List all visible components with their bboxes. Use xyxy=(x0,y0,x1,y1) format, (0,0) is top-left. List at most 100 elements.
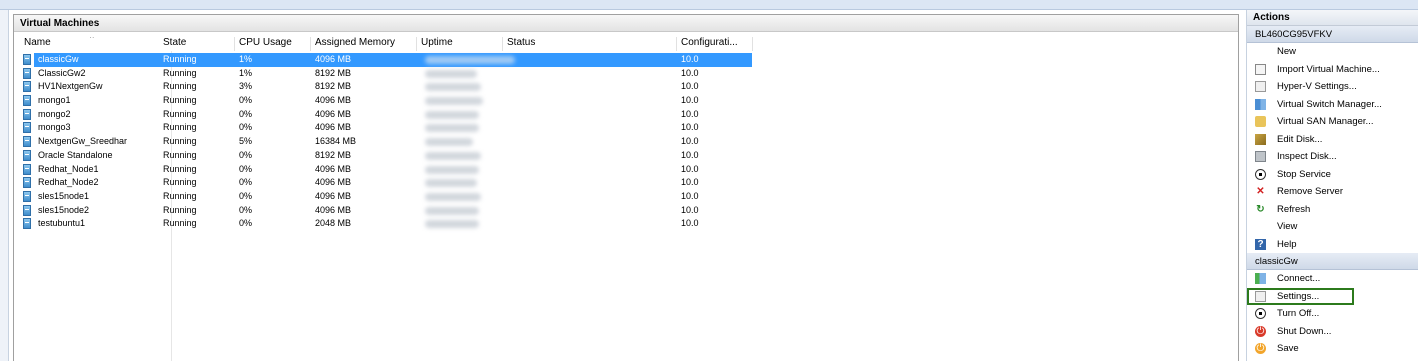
vm-assigned-memory: 4096 MB xyxy=(315,54,352,64)
virtual-machine-icon xyxy=(23,108,31,120)
virtual-machine-icon xyxy=(23,54,31,65)
vm-row[interactable]: ClassicGw2 Running 1% 8192 MB 10.0 xyxy=(14,67,1238,81)
vm-assigned-memory: 4096 MB xyxy=(315,177,352,188)
vm-uptime-redacted xyxy=(425,69,477,78)
vm-configuration: 10.0 xyxy=(681,218,699,229)
column-header-state[interactable]: State xyxy=(159,37,235,51)
vm-uptime-redacted xyxy=(425,97,483,106)
action-label: Stop Service xyxy=(1277,168,1331,180)
column-header-configuration[interactable]: Configurati... xyxy=(677,37,753,51)
virtual-machine-icon xyxy=(23,163,31,175)
action-settings[interactable]: Settings... xyxy=(1247,287,1354,305)
vm-status xyxy=(503,94,677,108)
vm-state: Running xyxy=(163,95,197,106)
vm-status xyxy=(503,135,677,149)
vm-cpu-usage: 0% xyxy=(239,177,253,188)
action-virtual-san-manager[interactable]: Virtual SAN Manager... xyxy=(1247,113,1418,131)
column-header-cpu-usage[interactable]: CPU Usage xyxy=(235,37,311,51)
column-header-uptime[interactable]: Uptime xyxy=(417,37,503,51)
vm-settings-icon xyxy=(1255,290,1266,302)
column-header-name[interactable]: Name ^ xyxy=(20,37,165,51)
vm-actions-list: Connect... Settings... Turn Off... ⏻ Shut Do… xyxy=(1247,270,1418,358)
vm-cpu-usage: 0% xyxy=(239,108,253,119)
action-label: Inspect Disk... xyxy=(1277,151,1337,162)
column-header-row: Name ^ State CPU Usage Assigned Memory U… xyxy=(14,33,1238,51)
vm-row[interactable]: HV1NextgenGw Running 3% 8192 MB 10.0 xyxy=(14,80,1238,94)
action-hyper-v-settings[interactable]: Hyper-V Settings... xyxy=(1247,78,1418,96)
vm-section-header[interactable]: classicGw xyxy=(1247,253,1418,270)
server-actions-list: New Import Virtual Machine... Hyper-V Sett… xyxy=(1247,43,1418,253)
action-save[interactable]: ⏻ Save xyxy=(1247,340,1418,358)
vm-row[interactable]: mongo2 Running 0% 4096 MB 10.0 xyxy=(14,108,1238,122)
vm-name: classicGw xyxy=(38,54,79,64)
action-virtual-switch-manager[interactable]: Virtual Switch Manager... xyxy=(1247,96,1418,114)
vm-row[interactable]: Oracle Standalone Running 0% 8192 MB 10.0 xyxy=(14,149,1238,163)
vm-status xyxy=(503,176,677,190)
refresh-icon: ↻ xyxy=(1256,203,1265,215)
vm-uptime-redacted xyxy=(425,138,473,147)
action-help[interactable]: ? Help xyxy=(1247,236,1418,254)
vm-assigned-memory: 4096 MB xyxy=(315,108,352,119)
connect-icon xyxy=(1255,273,1266,284)
vm-cpu-usage: 0% xyxy=(239,190,253,201)
action-label: Import Virtual Machine... xyxy=(1277,63,1380,75)
vm-row[interactable]: sles15node1 Running 0% 4096 MB 10.0 xyxy=(14,190,1238,204)
action-remove-server[interactable]: ✕ Remove Server xyxy=(1247,183,1418,201)
vm-assigned-memory: 4096 MB xyxy=(315,204,352,215)
vm-cpu-usage: 0% xyxy=(239,218,253,229)
virtual-machine-icon xyxy=(23,136,31,148)
action-label: New xyxy=(1277,46,1297,57)
action-connect[interactable]: Connect... xyxy=(1247,270,1418,288)
vm-status xyxy=(503,80,677,94)
action-label: Settings... xyxy=(1277,290,1320,302)
vm-row[interactable]: NextgenGw_Sreedhar Running 5% 16384 MB 10.0 xyxy=(14,135,1238,149)
vm-name: Redhat_Node1 xyxy=(38,163,99,174)
column-header-status[interactable]: Status xyxy=(503,37,677,51)
vm-row[interactable]: testubuntu1 Running 0% 2048 MB 10.0 xyxy=(14,217,1238,231)
vm-row[interactable]: classicGw Running 1% 4096 MB 10.0 xyxy=(14,53,1238,67)
vm-uptime-redacted xyxy=(425,124,479,133)
action-inspect-disk[interactable]: Inspect Disk... xyxy=(1247,148,1418,166)
vm-state: Running xyxy=(163,108,197,119)
action-label: Virtual SAN Manager... xyxy=(1277,116,1374,127)
action-label: Connect... xyxy=(1277,273,1321,284)
vm-row[interactable]: Redhat_Node1 Running 0% 4096 MB 10.0 xyxy=(14,163,1238,177)
vm-cpu-usage: 0% xyxy=(239,163,253,174)
navigation-pane-edge xyxy=(0,10,9,361)
server-section-header[interactable]: BL460CG95VFKV xyxy=(1247,26,1418,43)
vm-cpu-usage: 0% xyxy=(239,204,253,215)
vm-row[interactable]: Redhat_Node2 Running 0% 4096 MB 10.0 xyxy=(14,176,1238,190)
vm-name: Oracle Standalone xyxy=(38,149,113,160)
action-stop-service[interactable]: Stop Service xyxy=(1247,166,1418,184)
vm-assigned-memory: 4096 MB xyxy=(315,122,352,133)
vm-uptime-redacted xyxy=(425,192,481,201)
vm-state: Running xyxy=(163,122,197,133)
vm-status xyxy=(503,217,677,231)
virtual-machine-icon xyxy=(23,67,31,79)
vm-configuration: 10.0 xyxy=(681,67,699,78)
action-turn-off[interactable]: Turn Off... xyxy=(1247,305,1418,323)
virtual-machines-panel: Virtual Machines Name ^ State CPU Usage … xyxy=(13,14,1239,361)
vm-row[interactable]: mongo1 Running 0% 4096 MB 10.0 xyxy=(14,94,1238,108)
action-import-virtual-machine[interactable]: Import Virtual Machine... xyxy=(1247,61,1418,79)
action-new[interactable]: New xyxy=(1247,43,1418,61)
action-edit-disk[interactable]: Edit Disk... xyxy=(1247,131,1418,149)
column-header-assigned-memory[interactable]: Assigned Memory xyxy=(311,37,417,51)
vm-configuration: 10.0 xyxy=(681,163,699,174)
vm-row[interactable]: mongo3 Running 0% 4096 MB 10.0 xyxy=(14,121,1238,135)
help-icon: ? xyxy=(1255,238,1266,250)
vm-cpu-usage: 3% xyxy=(239,81,253,92)
vm-name: sles15node1 xyxy=(38,190,90,201)
action-shut-down[interactable]: ⏻ Shut Down... xyxy=(1247,323,1418,341)
vm-name: sles15node2 xyxy=(38,204,90,215)
vm-uptime-redacted xyxy=(425,110,479,119)
vm-name: HV1NextgenGw xyxy=(38,81,103,92)
action-view[interactable]: View xyxy=(1247,218,1418,236)
vm-assigned-memory: 8192 MB xyxy=(315,67,352,78)
virtual-machine-icon xyxy=(23,95,31,107)
action-refresh[interactable]: ↻ Refresh xyxy=(1247,201,1418,219)
vm-row[interactable]: sles15node2 Running 0% 4096 MB 10.0 xyxy=(14,204,1238,218)
vm-list: classicGw Running 1% 4096 MB 10.0 ClassicGw2 R… xyxy=(14,53,1238,231)
vm-status xyxy=(503,204,677,218)
vm-state: Running xyxy=(163,177,197,188)
